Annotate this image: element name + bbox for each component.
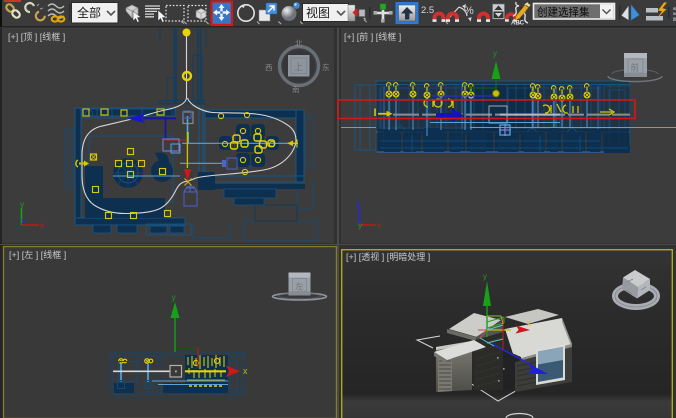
svg-text:前: 前 xyxy=(631,63,640,73)
svg-text:东: 东 xyxy=(322,62,330,72)
svg-text:2.5: 2.5 xyxy=(421,5,434,16)
svg-text:y: y xyxy=(493,49,497,58)
svg-text:z: z xyxy=(356,199,360,209)
svg-text:x: x xyxy=(527,319,531,328)
svg-text:左: 左 xyxy=(295,282,304,292)
svg-text:视图: 视图 xyxy=(306,5,330,20)
svg-text:北: 北 xyxy=(295,39,303,48)
svg-text:创建选择集: 创建选择集 xyxy=(537,6,590,19)
svg-text:z: z xyxy=(21,216,25,226)
svg-text:%: % xyxy=(464,5,474,17)
svg-text:上: 上 xyxy=(294,62,303,72)
svg-text:全部: 全部 xyxy=(77,5,101,20)
svg-text:ABC: ABC xyxy=(511,21,525,27)
svg-text:南: 南 xyxy=(292,84,300,94)
svg-text:x: x xyxy=(243,366,248,376)
svg-text:西: 西 xyxy=(265,63,273,72)
svg-text:y: y xyxy=(483,272,487,281)
